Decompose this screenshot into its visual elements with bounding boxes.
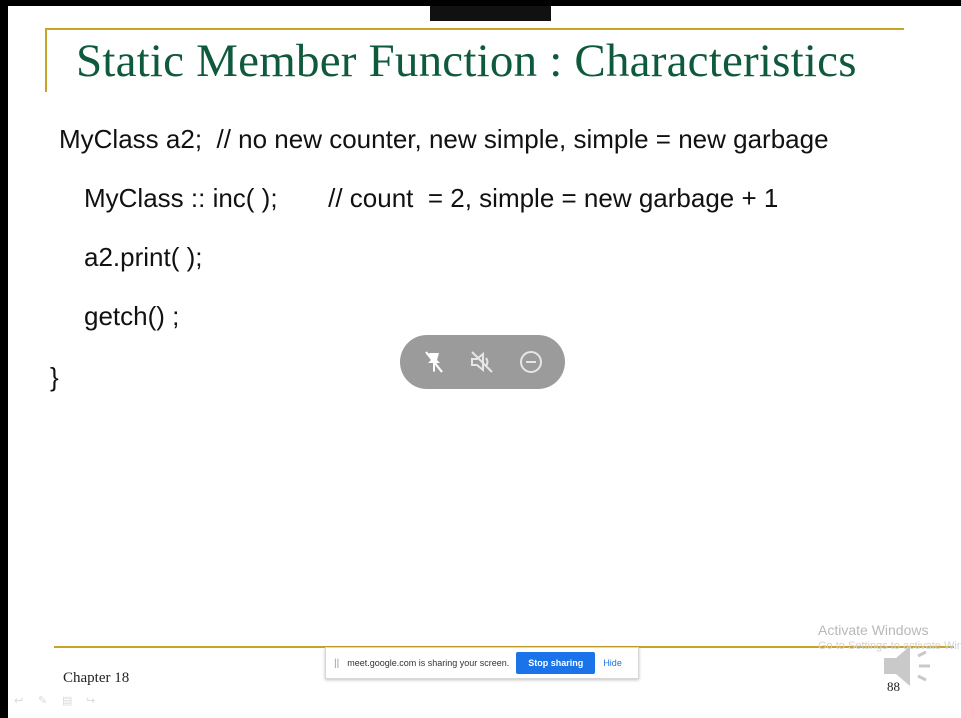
slide-title: Static Member Function : Characteristics [76, 35, 857, 87]
code-line-2: MyClass :: inc( ); // count = 2, simple … [84, 183, 779, 213]
hide-button[interactable]: Hide [603, 658, 622, 668]
screen-share-notification: || meet.google.com is sharing your scree… [325, 647, 639, 679]
meet-floating-controls [400, 335, 565, 389]
menu-icon[interactable]: ▤ [62, 696, 76, 707]
presentation-slide: Static Member Function : Characteristics… [8, 6, 961, 718]
stop-sharing-button[interactable]: Stop sharing [516, 652, 596, 674]
forward-arrow-icon[interactable]: ↪ [86, 696, 100, 707]
code-line-4: getch() ; [84, 301, 180, 331]
code-line-1: MyClass a2; // no new counter, new simpl… [59, 124, 829, 154]
code-line-5: } [50, 362, 59, 392]
title-rule-top [46, 28, 904, 30]
speaker-icon[interactable] [880, 642, 940, 695]
footer-chapter: Chapter 18 [63, 670, 130, 686]
pen-icon[interactable]: ✎ [38, 696, 52, 707]
code-line-3: a2.print( ); [84, 242, 203, 272]
drag-handle-icon[interactable]: || [334, 658, 339, 669]
remove-icon[interactable] [516, 347, 546, 377]
title-rule-left [45, 28, 47, 92]
unpin-icon[interactable] [419, 347, 449, 377]
back-arrow-icon[interactable]: ↩ [14, 696, 28, 707]
mute-audio-icon[interactable] [467, 347, 497, 377]
slide-controls: ↩ ✎ ▤ ↪ [14, 696, 100, 707]
share-message: meet.google.com is sharing your screen. [347, 658, 510, 668]
activate-windows-watermark: Activate Windows [818, 622, 929, 638]
top-black-tab [430, 6, 551, 21]
